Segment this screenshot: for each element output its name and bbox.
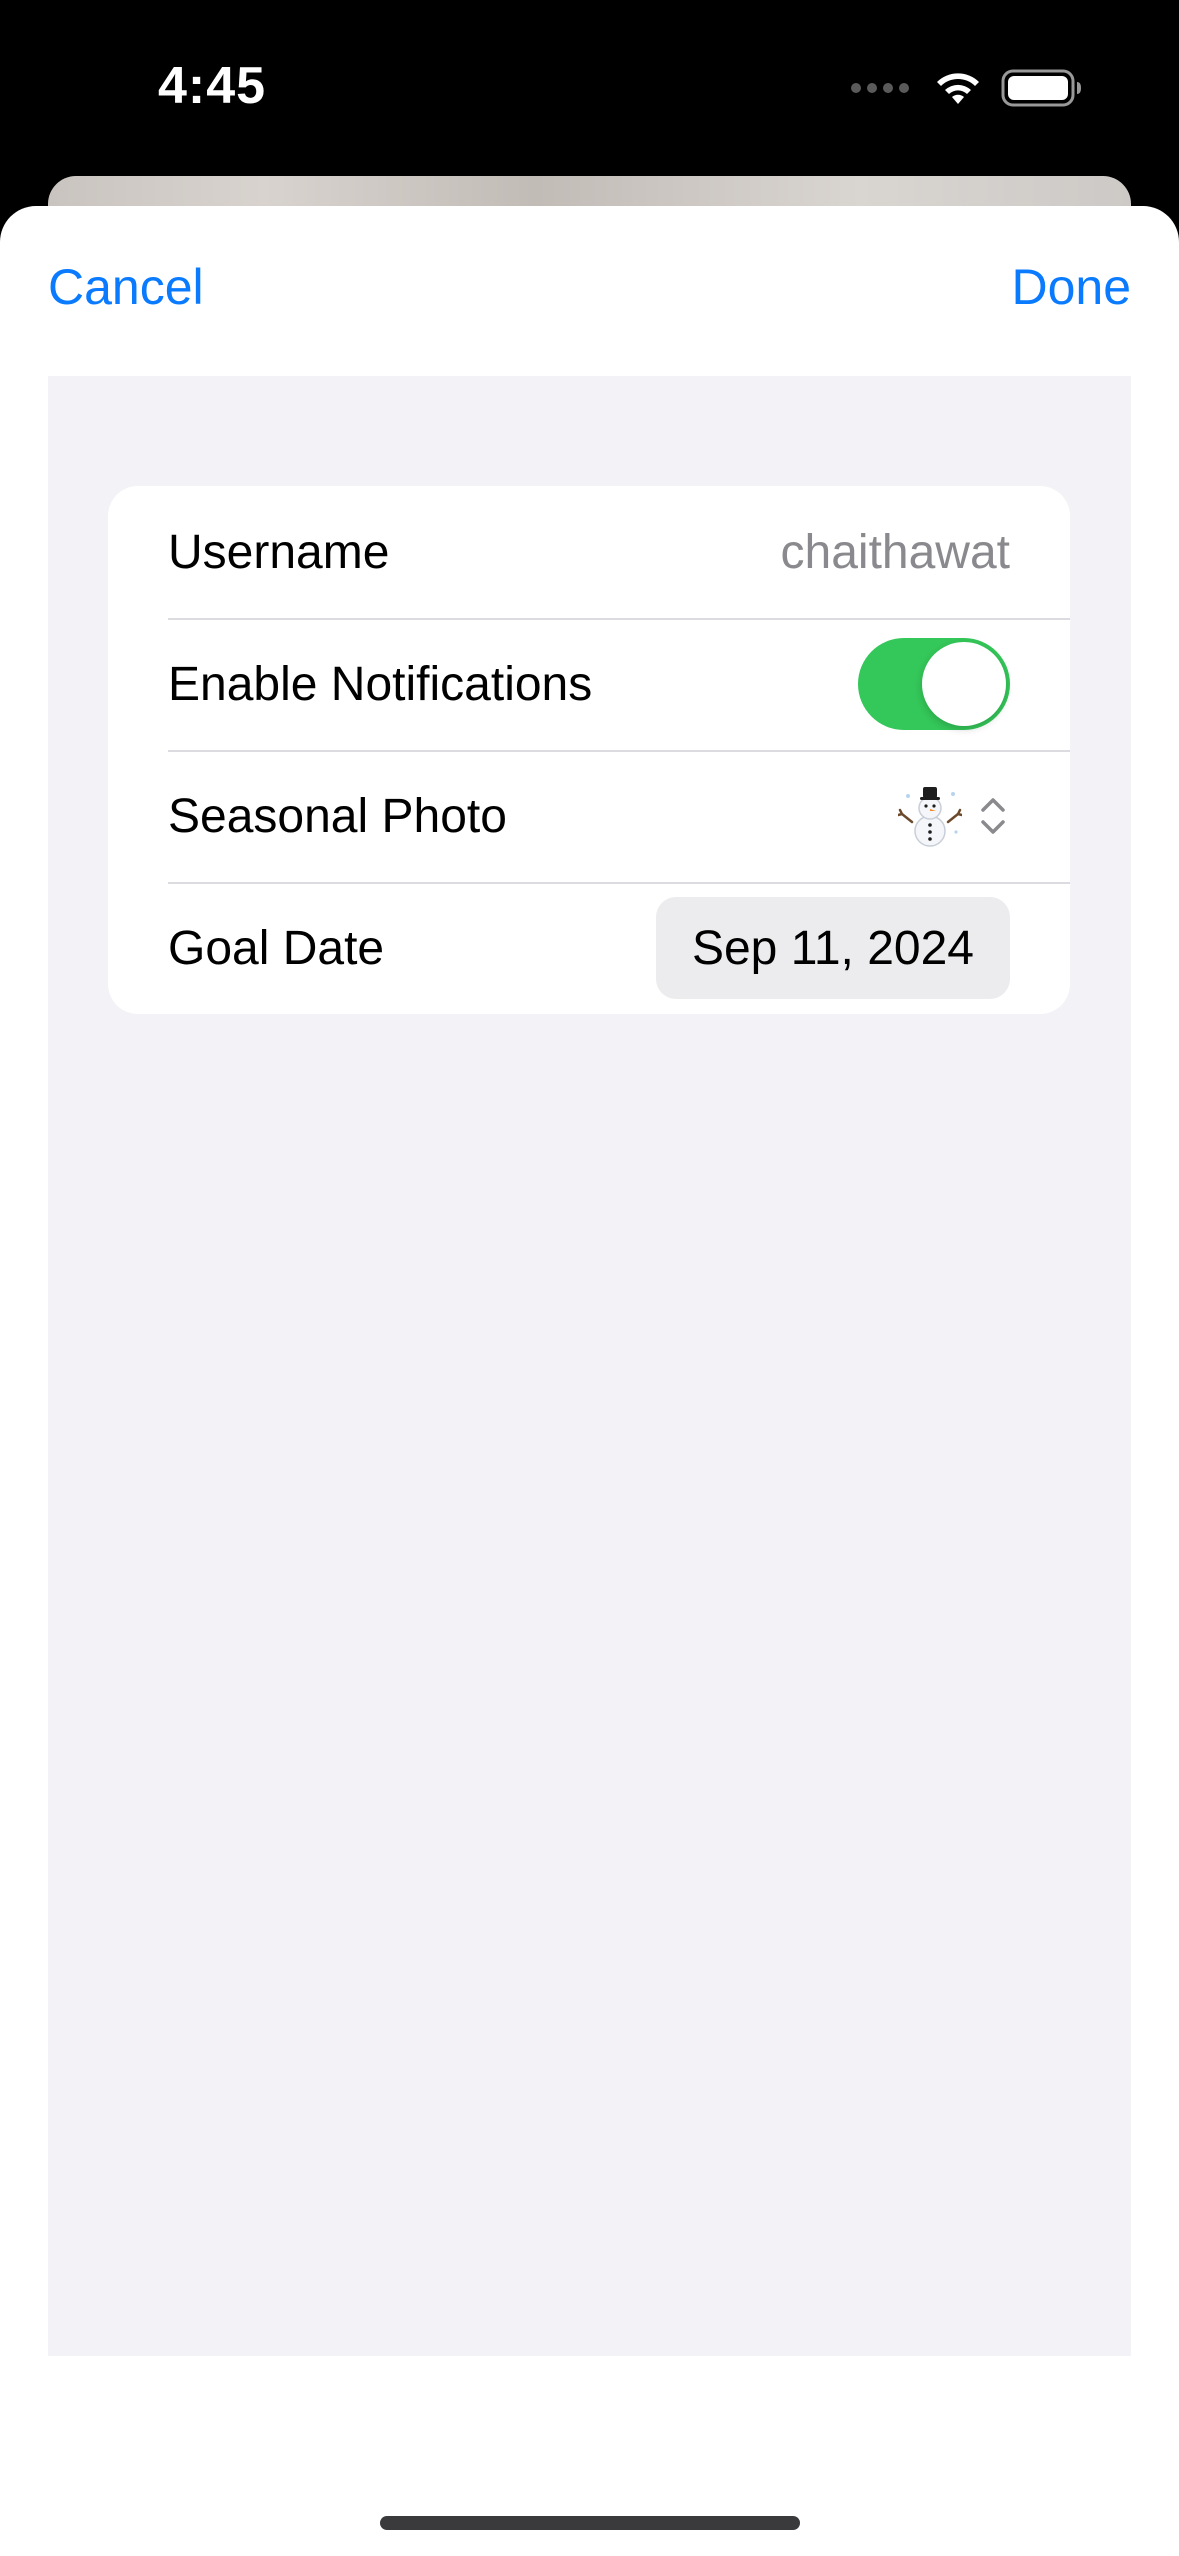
- wifi-icon: [937, 73, 979, 104]
- status-time: 4:45: [158, 57, 267, 115]
- chevron-up-down-icon: [981, 798, 1005, 834]
- username-label: Username: [168, 525, 390, 579]
- notifications-toggle[interactable]: [858, 638, 1010, 730]
- snowman-icon: [898, 787, 962, 847]
- goal-date-picker[interactable]: Sep 11, 2024: [655, 897, 1010, 999]
- seasonal-photo-row: Seasonal Photo: [108, 750, 1070, 882]
- goal-date-row: Goal Date Sep 11, 2024: [108, 882, 1070, 1014]
- home-indicator[interactable]: [380, 2516, 800, 2530]
- notifications-label: Enable Notifications: [168, 657, 593, 711]
- battery-icon: [1001, 69, 1081, 107]
- settings-group: Username chaithawat Enable Notifications…: [108, 486, 1070, 1014]
- status-bar: 4:45: [0, 0, 1179, 176]
- seasonal-photo-picker[interactable]: [898, 784, 1010, 848]
- form-area: Username chaithawat Enable Notifications…: [48, 376, 1131, 2356]
- done-button[interactable]: Done: [1011, 258, 1131, 316]
- screen: 4:45 Cancel Done Username chaithawat Ena…: [0, 0, 1179, 2556]
- toggle-knob: [922, 642, 1006, 726]
- notifications-row: Enable Notifications: [108, 618, 1070, 750]
- cellular-dots-icon: [851, 83, 909, 93]
- username-field[interactable]: chaithawat: [781, 525, 1010, 580]
- status-icons: [851, 64, 1083, 112]
- seasonal-photo-label: Seasonal Photo: [168, 789, 507, 843]
- cancel-button[interactable]: Cancel: [48, 258, 204, 316]
- goal-date-label: Goal Date: [168, 921, 385, 975]
- modal-sheet: Cancel Done Username chaithawat Enable N…: [0, 206, 1179, 2556]
- username-row[interactable]: Username chaithawat: [108, 486, 1070, 618]
